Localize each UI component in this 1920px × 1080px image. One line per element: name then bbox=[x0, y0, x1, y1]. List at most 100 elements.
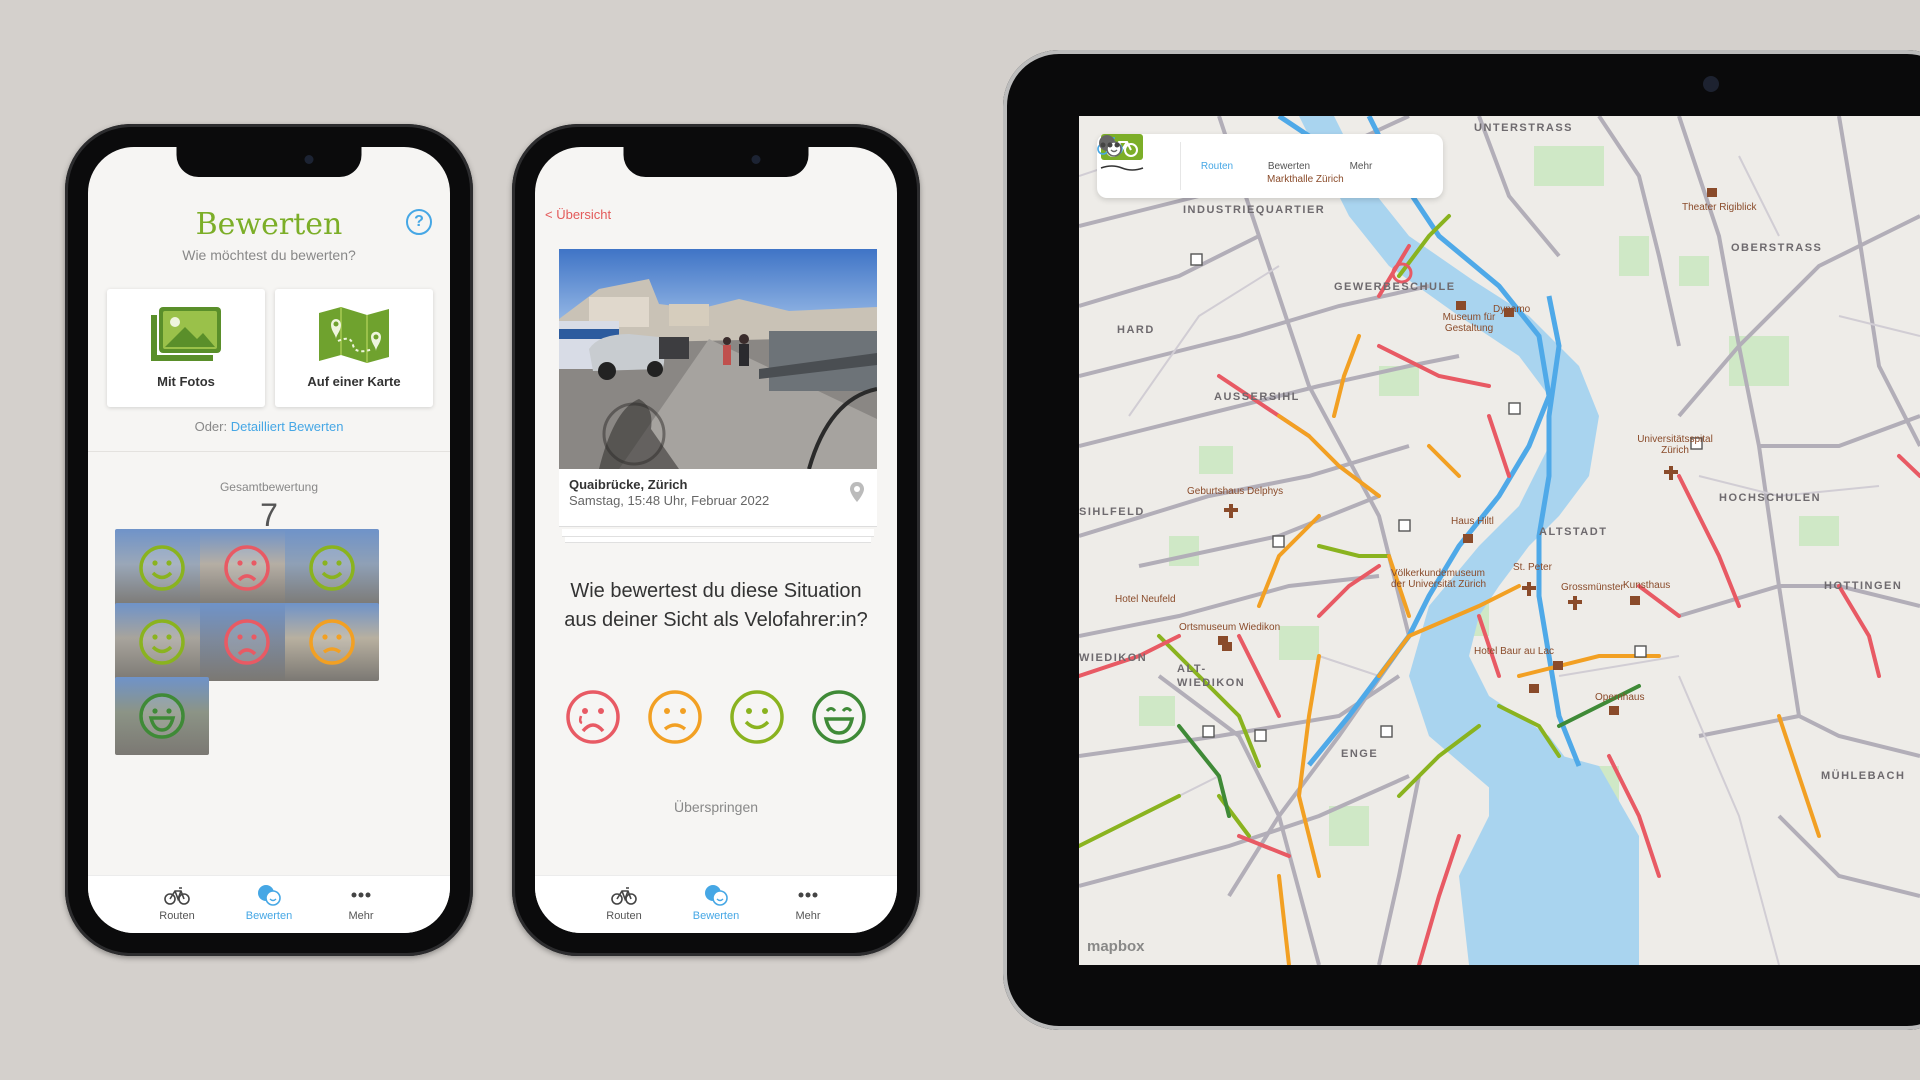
tab-routes[interactable]: Routen bbox=[153, 884, 201, 933]
poi-label: Hotel Neufeld bbox=[1115, 594, 1176, 605]
district-label: HOTTINGEN bbox=[1824, 580, 1903, 592]
frown-face-icon bbox=[309, 619, 355, 665]
sad-face-icon bbox=[224, 619, 270, 665]
phone-screen: < Übersicht Quaibrücke, Zürich Samstag, … bbox=[535, 147, 897, 933]
faces-icon bbox=[705, 885, 728, 906]
district-label: AUSSERSIHL bbox=[1214, 391, 1300, 403]
rating-thumbnail[interactable] bbox=[200, 529, 294, 607]
rating-thumbnail[interactable] bbox=[285, 529, 379, 607]
city-map[interactable]: Routen Bewerten Mehr UNTERSTRASS INDUSTR… bbox=[1079, 116, 1920, 965]
poi-label: Hotel Baur au Lac bbox=[1474, 646, 1555, 657]
rating-thumbnail[interactable] bbox=[115, 603, 209, 681]
skip-button[interactable]: Überspringen bbox=[535, 799, 897, 815]
map-tab-more[interactable]: Mehr bbox=[1100, 142, 1397, 172]
map-tab-routes[interactable]: Routen bbox=[1097, 137, 1253, 172]
rating-options bbox=[565, 689, 867, 745]
detailed-rating-link[interactable]: Detailliert Bewerten bbox=[231, 419, 344, 434]
rate-on-map-button[interactable]: Auf einer Karte bbox=[275, 289, 433, 407]
district-label: UNTERSTRASS bbox=[1474, 122, 1574, 134]
rate-on-map-label: Auf einer Karte bbox=[307, 374, 401, 389]
tab-routes[interactable]: Routen bbox=[600, 884, 648, 933]
map-tab-routes-label: Routen bbox=[1200, 160, 1234, 172]
tablet-map-view: Routen Bewerten Mehr UNTERSTRASS INDUSTR… bbox=[1003, 50, 1920, 1030]
situation-photo bbox=[559, 249, 877, 469]
district-label: HARD bbox=[1117, 324, 1155, 336]
photo-timestamp: Samstag, 15:48 Uhr, Februar 2022 bbox=[569, 493, 770, 508]
rating-thumbnail[interactable] bbox=[115, 677, 209, 755]
poi-label: Grossmünster bbox=[1561, 582, 1624, 593]
map-icon bbox=[319, 307, 389, 363]
district-label: MÜHLEBACH bbox=[1821, 770, 1906, 782]
help-icon[interactable]: ? bbox=[406, 209, 432, 235]
more-dots-icon bbox=[798, 892, 818, 898]
happy-face-icon bbox=[139, 545, 185, 591]
notch bbox=[176, 147, 362, 177]
photo-location: Quaibrücke, Zürich bbox=[569, 477, 688, 492]
poi-label: Kunsthaus bbox=[1623, 580, 1671, 591]
tab-routes-label: Routen bbox=[159, 910, 195, 922]
photo-caption: Quaibrücke, Zürich Samstag, 15:48 Uhr, F… bbox=[559, 469, 877, 527]
tab-rate-label: Bewerten bbox=[692, 910, 740, 922]
poi-label: Universitätsspital Zürich bbox=[1637, 434, 1713, 456]
map-tab-rate-label: Bewerten bbox=[1267, 160, 1311, 172]
very-sad-face-icon[interactable] bbox=[565, 689, 621, 745]
location-pin-icon bbox=[850, 482, 864, 502]
district-label: OBERSTRASS bbox=[1731, 242, 1823, 254]
rating-question: Wie bewertest du diese Situation aus dei… bbox=[564, 580, 868, 631]
poi-label: Theater Rigiblick bbox=[1682, 202, 1757, 213]
map-tab-rate[interactable]: Bewerten bbox=[1099, 135, 1325, 172]
tab-more[interactable]: Mehr bbox=[337, 884, 385, 933]
more-dots-icon bbox=[1100, 142, 1120, 148]
district-label: WIEDIKON bbox=[1079, 652, 1148, 664]
happy-face-icon bbox=[309, 545, 355, 591]
poi-label: St. Peter bbox=[1513, 562, 1552, 573]
poi-label: Geburtshaus Delphys bbox=[1187, 486, 1284, 497]
district-label: INDUSTRIEQUARTIER bbox=[1183, 204, 1326, 216]
rating-thumbnail[interactable] bbox=[115, 529, 209, 607]
district-label: HOCHSCHULEN bbox=[1719, 492, 1822, 504]
overall-rating-label: Gesamtbewertung bbox=[219, 480, 319, 494]
mapbox-attribution[interactable]: mapbox bbox=[1087, 938, 1145, 955]
poi-label: Dynamo bbox=[1493, 304, 1531, 315]
tab-bar: Routen Bewerten Mehr bbox=[535, 875, 897, 933]
tab-more[interactable]: Mehr bbox=[784, 884, 832, 933]
phone-rating-overview: Bewerten ? Wie möchtest du bewerten? Mit… bbox=[65, 124, 473, 956]
rating-thumbnail[interactable] bbox=[200, 603, 294, 681]
very-happy-face-icon[interactable] bbox=[811, 689, 867, 745]
or-prefix: Oder: bbox=[194, 419, 231, 434]
tab-rate[interactable]: Bewerten bbox=[245, 884, 293, 933]
poi-label: Museum für Gestaltung bbox=[1442, 312, 1496, 334]
more-dots-icon bbox=[351, 892, 371, 898]
happy-face-icon[interactable] bbox=[729, 689, 785, 745]
rate-with-photos-button[interactable]: Mit Fotos bbox=[107, 289, 265, 407]
poi-label: Ortsmuseum Wiedikon bbox=[1179, 622, 1281, 633]
rating-thumbnail[interactable] bbox=[285, 603, 379, 681]
sad-face-icon[interactable] bbox=[647, 689, 703, 745]
tab-more-label: Mehr bbox=[795, 910, 821, 922]
photo-stack-edge bbox=[562, 529, 874, 537]
back-link[interactable]: < Übersicht bbox=[545, 207, 611, 222]
district-label: ALT-WIEDIKON bbox=[1177, 663, 1246, 689]
happy-face-icon bbox=[139, 619, 185, 665]
phone-screen: Bewerten ? Wie möchtest du bewerten? Mit… bbox=[88, 147, 450, 933]
tab-rate[interactable]: Bewerten bbox=[692, 884, 740, 933]
faces-icon bbox=[258, 885, 281, 906]
poi-label: Markthalle Zürich bbox=[1267, 174, 1344, 185]
district-label: ENGE bbox=[1341, 748, 1379, 760]
tab-bar: Routen Bewerten Mehr bbox=[88, 875, 450, 933]
map-tab-more-label: Mehr bbox=[1349, 160, 1373, 172]
tab-more-label: Mehr bbox=[348, 910, 374, 922]
district-label: ALTSTADT bbox=[1539, 526, 1608, 538]
poi-label: Haus Hiltl bbox=[1451, 516, 1494, 527]
sad-face-icon bbox=[224, 545, 270, 591]
photos-icon bbox=[151, 307, 221, 361]
rate-with-photos-label: Mit Fotos bbox=[157, 374, 215, 389]
district-label: SIHLFELD bbox=[1079, 506, 1145, 518]
notch bbox=[623, 147, 809, 177]
detailed-rating-line: Oder: Detailliert Bewerten bbox=[88, 419, 450, 434]
tab-routes-label: Routen bbox=[606, 910, 642, 922]
page-subtitle: Wie möchtest du bewerten? bbox=[182, 247, 356, 263]
very-happy-face-icon bbox=[139, 693, 185, 739]
bike-icon bbox=[164, 887, 190, 905]
bike-icon bbox=[611, 887, 637, 905]
